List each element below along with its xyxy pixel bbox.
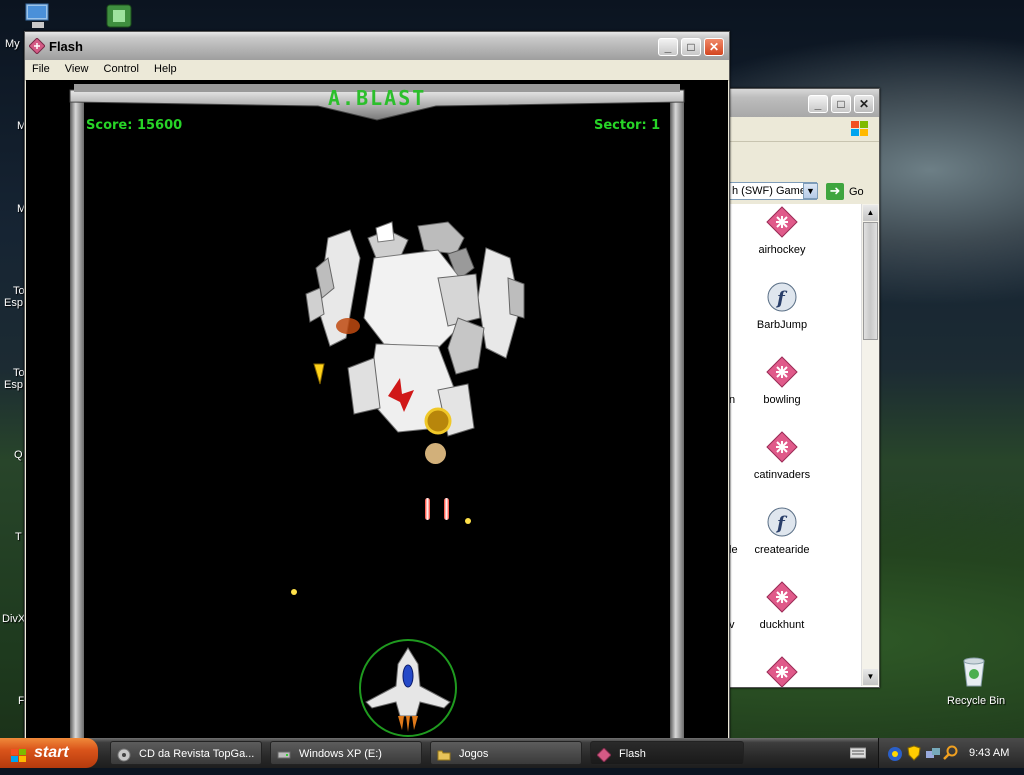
enemy-bullet (465, 518, 471, 524)
flash-f-icon: f (766, 281, 798, 313)
file-name: catinvaders (753, 469, 811, 481)
task-label: Jogos (459, 748, 489, 760)
swf-pink-icon (766, 656, 798, 687)
recycle-bin-label[interactable]: Recycle Bin (947, 695, 1005, 707)
maximize-button[interactable]: □ (831, 95, 851, 113)
close-button[interactable]: ✕ (854, 95, 874, 113)
address-dropdown-button[interactable]: ▼ (803, 183, 818, 199)
task-label: Flash (619, 748, 646, 760)
address-text: h (SWF) Games (732, 185, 812, 197)
file-item[interactable]: catinvaders (727, 431, 837, 481)
recycle-bin-icon[interactable] (958, 655, 990, 689)
menu-view[interactable]: View (59, 60, 95, 78)
system-tray: 9:43 AM (878, 738, 1024, 768)
file-name: duckhunt (759, 619, 805, 631)
file-item[interactable]: airhockey (727, 206, 837, 256)
desktop-icon-label-1[interactable]: My (5, 38, 20, 50)
enemy-bullet (291, 589, 297, 595)
start-button[interactable]: start (0, 738, 98, 768)
file-name: bowling (763, 394, 801, 406)
menu-help[interactable]: Help (148, 60, 183, 78)
scroll-down-arrow-icon[interactable]: ▼ (863, 669, 878, 685)
file-name: airhockey (758, 244, 806, 256)
security-shield-icon[interactable] (907, 745, 921, 761)
file-item[interactable]: f createaride (727, 506, 837, 556)
taskbar-button-flash[interactable]: Flash (590, 741, 744, 765)
connection-icon[interactable] (925, 746, 941, 762)
file-item[interactable]: bowling (727, 356, 837, 406)
game-logo: A.BLAST (328, 86, 427, 110)
flash-window: Flash _ □ ✕ File View Control Help A.BLA… (24, 31, 730, 743)
taskbar-button-cd[interactable]: CD da Revista TopGa... (110, 741, 262, 765)
cd-icon (117, 747, 131, 762)
swf-pink-icon (766, 356, 798, 388)
desktop-icon-label-9[interactable]: T (15, 531, 22, 543)
folder-icon (437, 747, 451, 761)
scroll-thumb[interactable] (863, 222, 878, 340)
flash-f-icon: f (766, 506, 798, 538)
taskbar-button-folder[interactable]: Jogos (430, 741, 582, 765)
file-name: BarbJump (756, 319, 808, 331)
player-ship-sprite (359, 639, 457, 737)
drive-icon (277, 747, 291, 761)
windows-logo-icon (849, 119, 871, 139)
windows-flag-icon (10, 745, 28, 762)
file-item[interactable] (727, 656, 837, 687)
boss-core-orb (425, 443, 446, 464)
desktop-icon-label-10[interactable]: DivX (2, 613, 25, 625)
close-button[interactable]: ✕ (704, 38, 724, 56)
menu-control[interactable]: Control (98, 60, 145, 78)
start-label: start (34, 744, 69, 761)
boss-robot-sprite (305, 221, 525, 437)
desktop-icon-label-4[interactable]: To (13, 285, 25, 297)
clock[interactable]: 9:43 AM (969, 747, 1009, 759)
flash-app-icon (28, 37, 46, 55)
swf-pink-icon (766, 206, 798, 238)
task-label: Windows XP (E:) (299, 748, 382, 760)
go-button-label[interactable]: Go (849, 186, 864, 198)
player-laser-right (444, 498, 449, 520)
minimize-button[interactable]: _ (658, 38, 678, 56)
score-display: Score: 15600 (86, 118, 183, 133)
file-item[interactable]: duckhunt (727, 581, 837, 631)
swf-pink-icon (766, 581, 798, 613)
taskbar-button-drive[interactable]: Windows XP (E:) (270, 741, 422, 765)
menu-bar: File View Control Help (25, 60, 729, 81)
scroll-up-arrow-icon[interactable]: ▲ (863, 205, 878, 221)
taskbar: start CD da Revista TopGa... Windows XP … (0, 738, 1024, 768)
task-label: CD da Revista TopGa... (139, 748, 255, 760)
desktop-icon-label-6[interactable]: To (13, 367, 25, 379)
desktop-app-icon[interactable] (104, 2, 136, 32)
network-icon[interactable] (887, 746, 903, 762)
my-computer-icon[interactable] (22, 2, 54, 32)
maximize-button[interactable]: □ (681, 38, 701, 56)
file-name: createaride (754, 544, 810, 556)
go-arrow-icon[interactable]: ➜ (826, 183, 844, 200)
window-title: Flash (49, 39, 83, 54)
minimize-button[interactable]: _ (808, 95, 828, 113)
swf-pink-icon (766, 431, 798, 463)
game-stage[interactable]: A.BLAST Score: 15600 Sector: 1 (26, 80, 728, 742)
sector-display: Sector: 1 (594, 118, 661, 133)
search-icon[interactable] (943, 745, 959, 761)
flash-app-icon (596, 747, 612, 763)
desktop-icon-label-7[interactable]: Esp (4, 379, 23, 391)
flash-title-bar[interactable]: Flash (25, 32, 729, 60)
file-item[interactable]: f BarbJump (727, 281, 837, 331)
vertical-scrollbar[interactable]: ▲ ▼ (861, 204, 879, 686)
desktop-icon-label-8[interactable]: Q (14, 449, 23, 461)
menu-file[interactable]: File (25, 60, 56, 78)
player-laser-left (425, 498, 430, 520)
desktop-icon-label-5[interactable]: Esp (4, 297, 23, 309)
keyboard-icon[interactable] (849, 747, 867, 759)
